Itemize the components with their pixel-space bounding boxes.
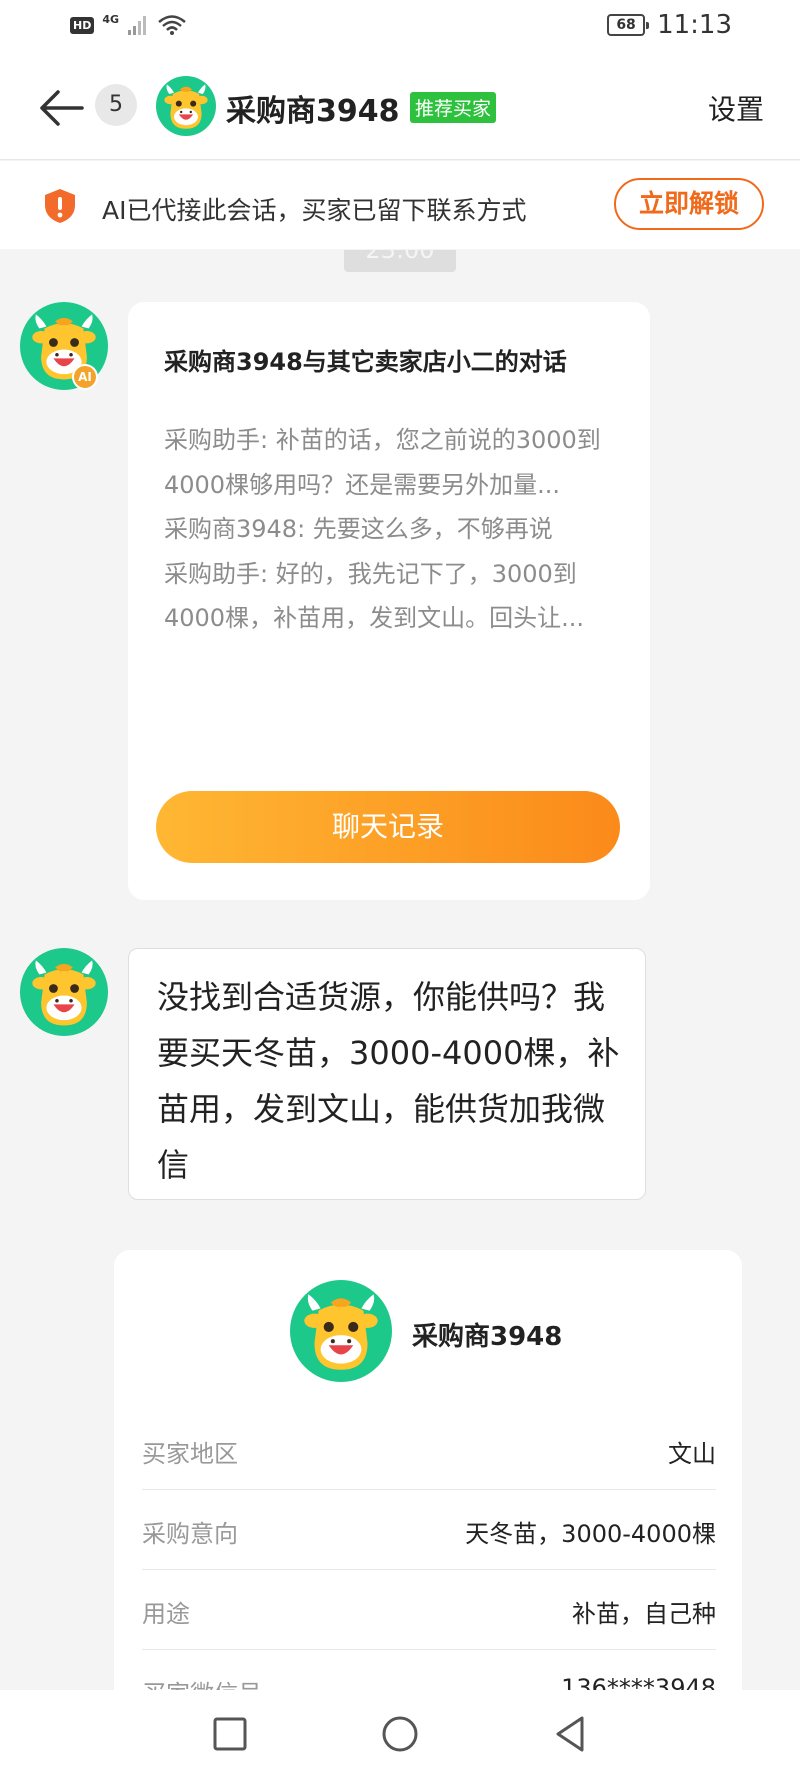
- recommended-buyer-tag: 推荐买家: [410, 92, 497, 123]
- contact-avatar[interactable]: [156, 76, 216, 136]
- transcript-line: 采购商3948: 先要这么多，不够再说: [164, 515, 553, 543]
- wifi-icon: [158, 15, 186, 35]
- info-row-intent: 采购意向 天冬苗，3000-4000棵: [142, 1490, 716, 1570]
- network-type: 4G: [102, 12, 120, 26]
- home-circle-icon[interactable]: [380, 1714, 420, 1754]
- chat-header: 5 采购商3948 推荐买家 设置: [0, 56, 800, 160]
- system-nav-bar: [0, 1690, 800, 1778]
- info-value: 补苗，自己种: [572, 1600, 716, 1628]
- unread-count-badge[interactable]: 5: [95, 84, 137, 126]
- back-triangle-icon[interactable]: [550, 1714, 590, 1754]
- hd-badge: HD: [70, 16, 95, 34]
- transcript-line: 采购助手: 补苗的话，您之前说的3000到4000棵够用吗？还是需要另外加量..…: [164, 426, 601, 499]
- ai-card-transcript: 采购助手: 补苗的话，您之前说的3000到4000棵够用吗？还是需要另外加量..…: [164, 418, 634, 641]
- notice-text: AI已代接此会话，买家已留下联系方式: [102, 196, 527, 225]
- status-bar: HD 4G 68 11:13: [0, 0, 800, 56]
- ai-card-title: 采购商3948与其它卖家店小二的对话: [164, 348, 567, 376]
- message-bubble[interactable]: 没找到合适货源，你能供吗？我要买天冬苗，3000-4000棵，补苗用，发到文山，…: [128, 948, 646, 1200]
- ai-takeover-notice: AI已代接此会话，买家已留下联系方式 立即解锁: [0, 161, 800, 249]
- message-text: 没找到合适货源，你能供吗？我要买天冬苗，3000-4000棵，补苗用，发到文山，…: [157, 978, 620, 1184]
- buyer-info-card: 采购商3948 买家地区 文山 采购意向 天冬苗，3000-4000棵 用途 补…: [114, 1250, 742, 1710]
- transcript-line: 采购助手: 好的，我先记下了，3000到4000棵，补苗用，发到文山。回头让..…: [164, 559, 584, 633]
- back-arrow-icon[interactable]: [36, 84, 88, 132]
- ai-badge: AI: [72, 364, 98, 390]
- chat-history-button[interactable]: 聊天记录: [156, 791, 620, 863]
- info-row-region: 买家地区 文山: [142, 1410, 716, 1490]
- info-label: 买家地区: [142, 1440, 238, 1468]
- info-value: 天冬苗，3000-4000棵: [465, 1520, 716, 1548]
- status-left: HD 4G: [70, 12, 187, 36]
- time-stamp: 23:00: [344, 250, 456, 272]
- time-stamp-text: 23:00: [365, 250, 435, 264]
- ai-conversation-card: 采购商3948与其它卖家店小二的对话 采购助手: 补苗的话，您之前说的3000到…: [128, 302, 650, 900]
- buyer-card-avatar: [290, 1280, 392, 1382]
- contact-name: 采购商3948: [226, 94, 400, 129]
- info-label: 用途: [142, 1600, 190, 1628]
- settings-button[interactable]: 设置: [708, 88, 764, 128]
- unlock-button[interactable]: 立即解锁: [614, 178, 764, 230]
- recents-square-icon[interactable]: [210, 1714, 250, 1754]
- buyer-avatar[interactable]: [20, 948, 108, 1036]
- status-time: 11:13: [657, 10, 732, 40]
- info-label: 采购意向: [142, 1520, 238, 1548]
- shield-alert-icon: [45, 189, 75, 223]
- buyer-card-name: 采购商3948: [412, 1322, 563, 1352]
- info-value: 文山: [668, 1440, 716, 1468]
- battery-indicator: 68: [607, 14, 650, 36]
- signal-icon: [128, 16, 147, 35]
- info-row-usage: 用途 补苗，自己种: [142, 1570, 716, 1650]
- status-right: 68 11:13: [607, 10, 732, 40]
